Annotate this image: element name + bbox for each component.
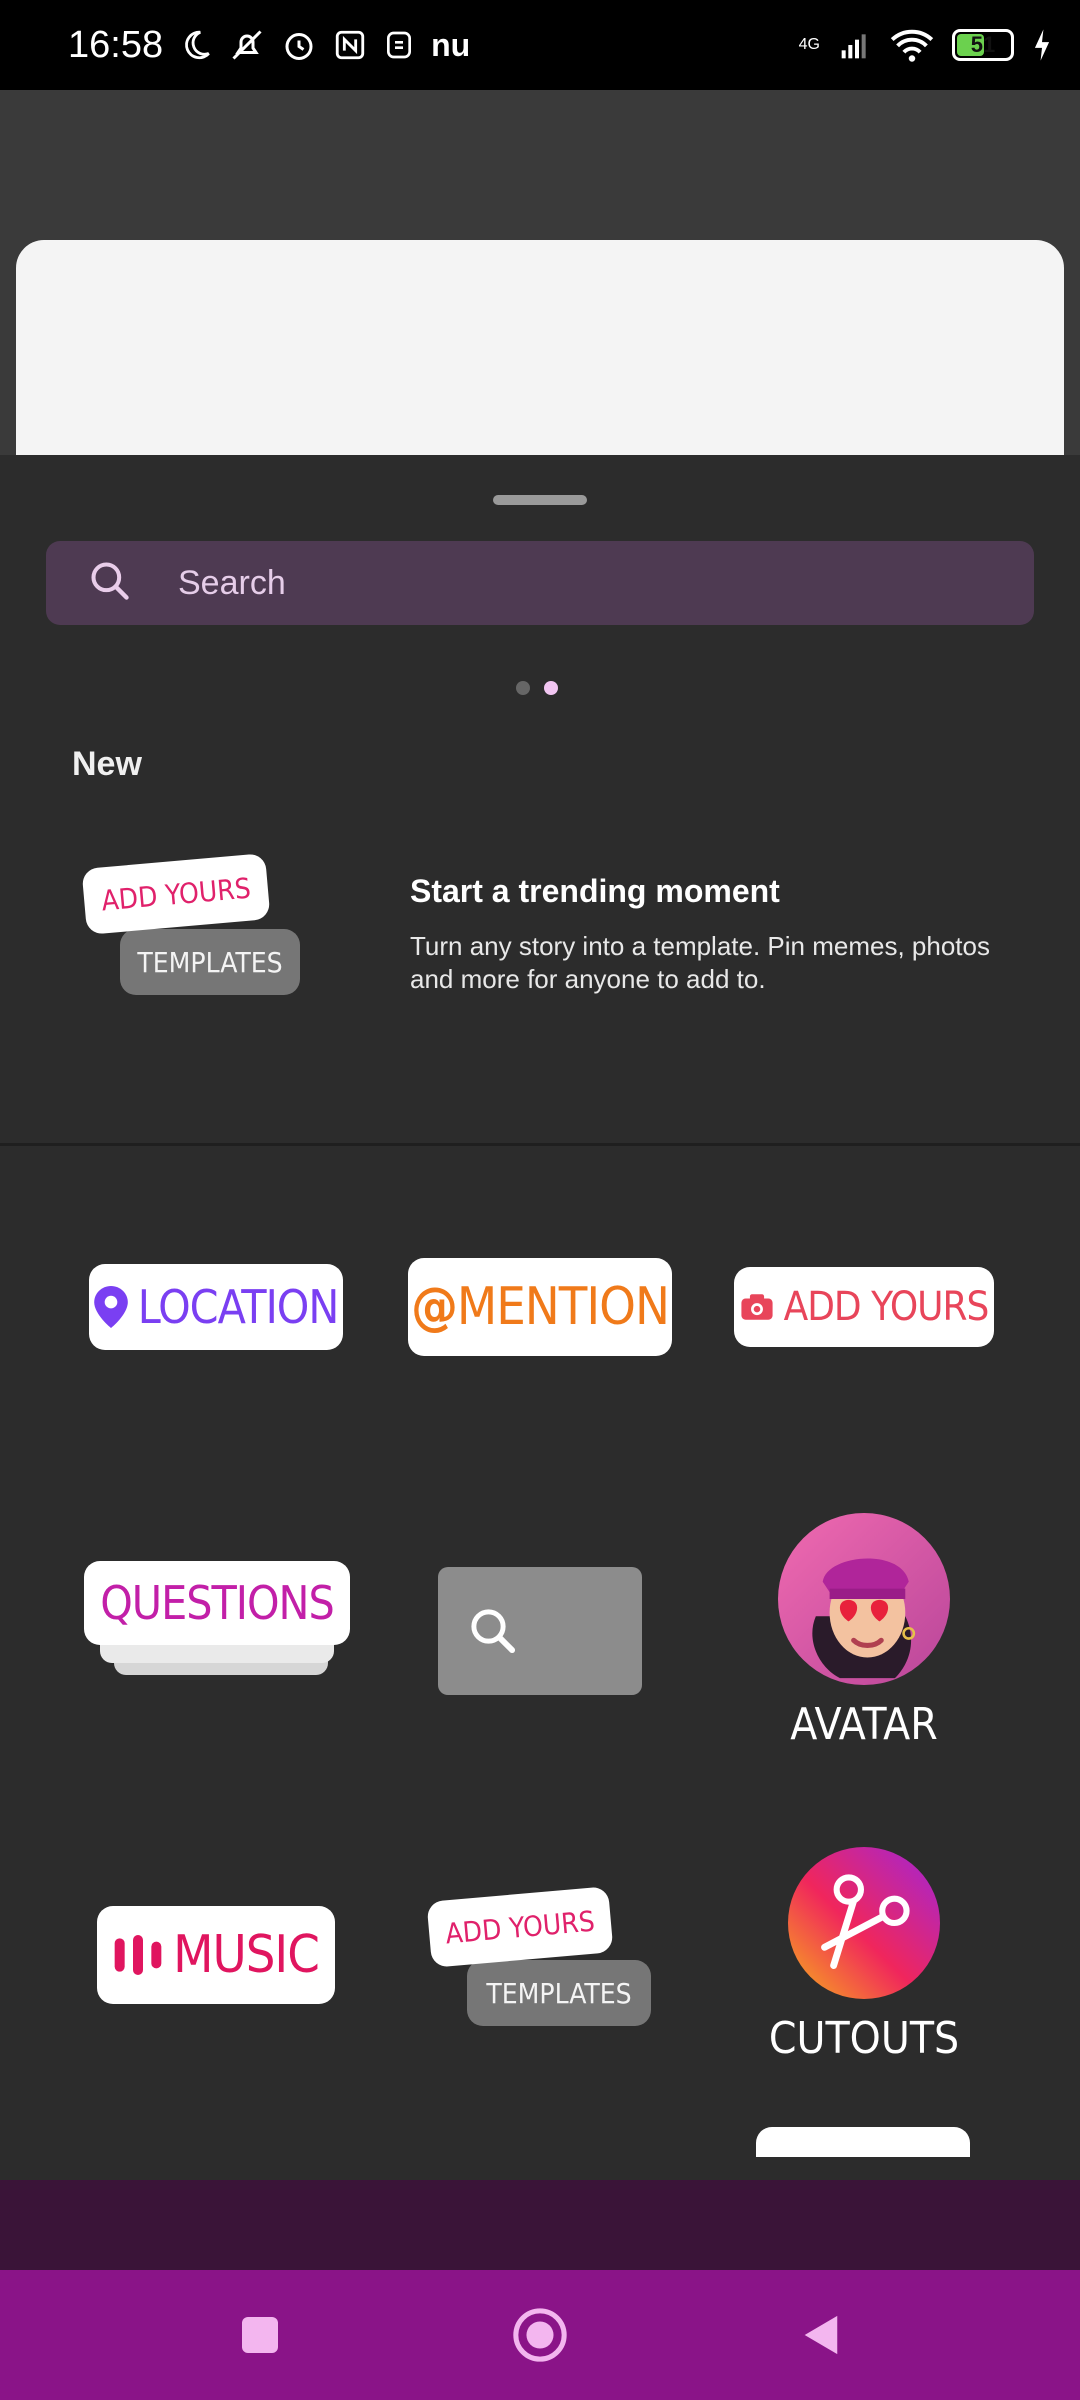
- battery-icon: 51: [952, 29, 1014, 61]
- templates-pill: TEMPLATES: [120, 929, 300, 995]
- signal-icon: [838, 29, 872, 61]
- sim-icon: [383, 28, 415, 62]
- page-dot-active[interactable]: [544, 681, 558, 695]
- square-icon: [242, 2317, 278, 2353]
- back-triangle-icon: [804, 2315, 838, 2355]
- scissors-icon: [788, 1846, 940, 1999]
- questions-sticker[interactable]: QUESTIONS: [84, 1499, 350, 1763]
- clock: 16:58: [68, 23, 164, 66]
- templates-thumbnail[interactable]: TEMPLATES ADD YOURS: [81, 813, 342, 1068]
- featured-title: Start a trending moment: [410, 873, 780, 909]
- avatar-sticker[interactable]: AVATAR: [732, 1499, 996, 1763]
- wifi-icon: [890, 27, 934, 63]
- battery-level: 51: [970, 32, 996, 57]
- search-icon: [471, 1609, 516, 1654]
- templates-add-yours-label: ADD YOURS: [426, 1886, 614, 1968]
- charging-icon: [1032, 28, 1052, 62]
- navigation-bar: [0, 2270, 1080, 2400]
- home-button[interactable]: [505, 2300, 575, 2370]
- featured-description: Turn any story into a template. Pin meme…: [410, 931, 990, 994]
- mention-at-icon: @: [411, 1277, 458, 1337]
- alarm-icon: [281, 27, 317, 63]
- mention-sticker[interactable]: @ MENTION: [408, 1175, 672, 1439]
- nfc-icon: [333, 28, 367, 62]
- search-input[interactable]: Search: [178, 564, 286, 603]
- nu-icon: nu: [431, 26, 471, 63]
- sheet-drag-handle[interactable]: [493, 495, 587, 505]
- cutouts-label: CUTOUTS: [768, 2012, 960, 2064]
- story-preview: [0, 90, 1080, 455]
- featured-text: Start a trending moment Turn any story i…: [410, 873, 990, 996]
- section-title: New: [72, 745, 142, 783]
- page-indicator: [516, 681, 558, 695]
- search-gif-sticker[interactable]: [408, 1499, 672, 1763]
- location-sticker[interactable]: LOCATION: [84, 1175, 348, 1439]
- music-sticker[interactable]: MUSIC: [84, 1823, 348, 2087]
- avatar-label: AVATAR: [790, 1698, 938, 1750]
- location-label: LOCATION: [137, 1280, 340, 1334]
- music-bars-icon: [114, 1935, 162, 1975]
- divider: [0, 1143, 1080, 1146]
- network-type: 4G: [798, 36, 820, 53]
- recents-button[interactable]: [225, 2300, 295, 2370]
- add-yours-sticker[interactable]: ADD YOURS: [732, 1175, 996, 1439]
- page-dot[interactable]: [516, 681, 530, 695]
- mention-label: MENTION: [456, 1277, 670, 1337]
- questions-label: QUESTIONS: [100, 1576, 335, 1630]
- status-bar: 16:58 nu 4G 51: [0, 0, 1080, 90]
- circle-icon: [513, 2308, 567, 2362]
- templates-sticker[interactable]: TEMPLATES ADD YOURS: [408, 1823, 672, 2087]
- avatar-image: [778, 1512, 950, 1685]
- partial-sticker[interactable]: [756, 2127, 970, 2157]
- bell-off-icon: [229, 27, 265, 63]
- camera-icon: [741, 1294, 773, 1320]
- search-icon: [88, 559, 132, 608]
- search-bar[interactable]: Search: [46, 541, 1034, 625]
- back-button[interactable]: [785, 2300, 855, 2370]
- cutouts-sticker[interactable]: CUTOUTS: [732, 1823, 996, 2087]
- add-yours-label: ADD YOURS: [783, 1284, 990, 1330]
- music-label: MUSIC: [173, 1925, 320, 1985]
- moon-icon: [179, 28, 213, 62]
- bottom-strip: [0, 2180, 1080, 2270]
- preview-card: [16, 240, 1064, 455]
- add-yours-pill: ADD YOURS: [81, 853, 271, 935]
- location-pin-icon: [93, 1286, 128, 1328]
- featured-templates-card[interactable]: TEMPLATES ADD YOURS Start a trending mom…: [81, 813, 1080, 1068]
- sticker-sheet: Search New TEMPLATES ADD YOURS Start a t…: [0, 455, 1080, 2190]
- templates-label: TEMPLATES: [467, 1960, 651, 2026]
